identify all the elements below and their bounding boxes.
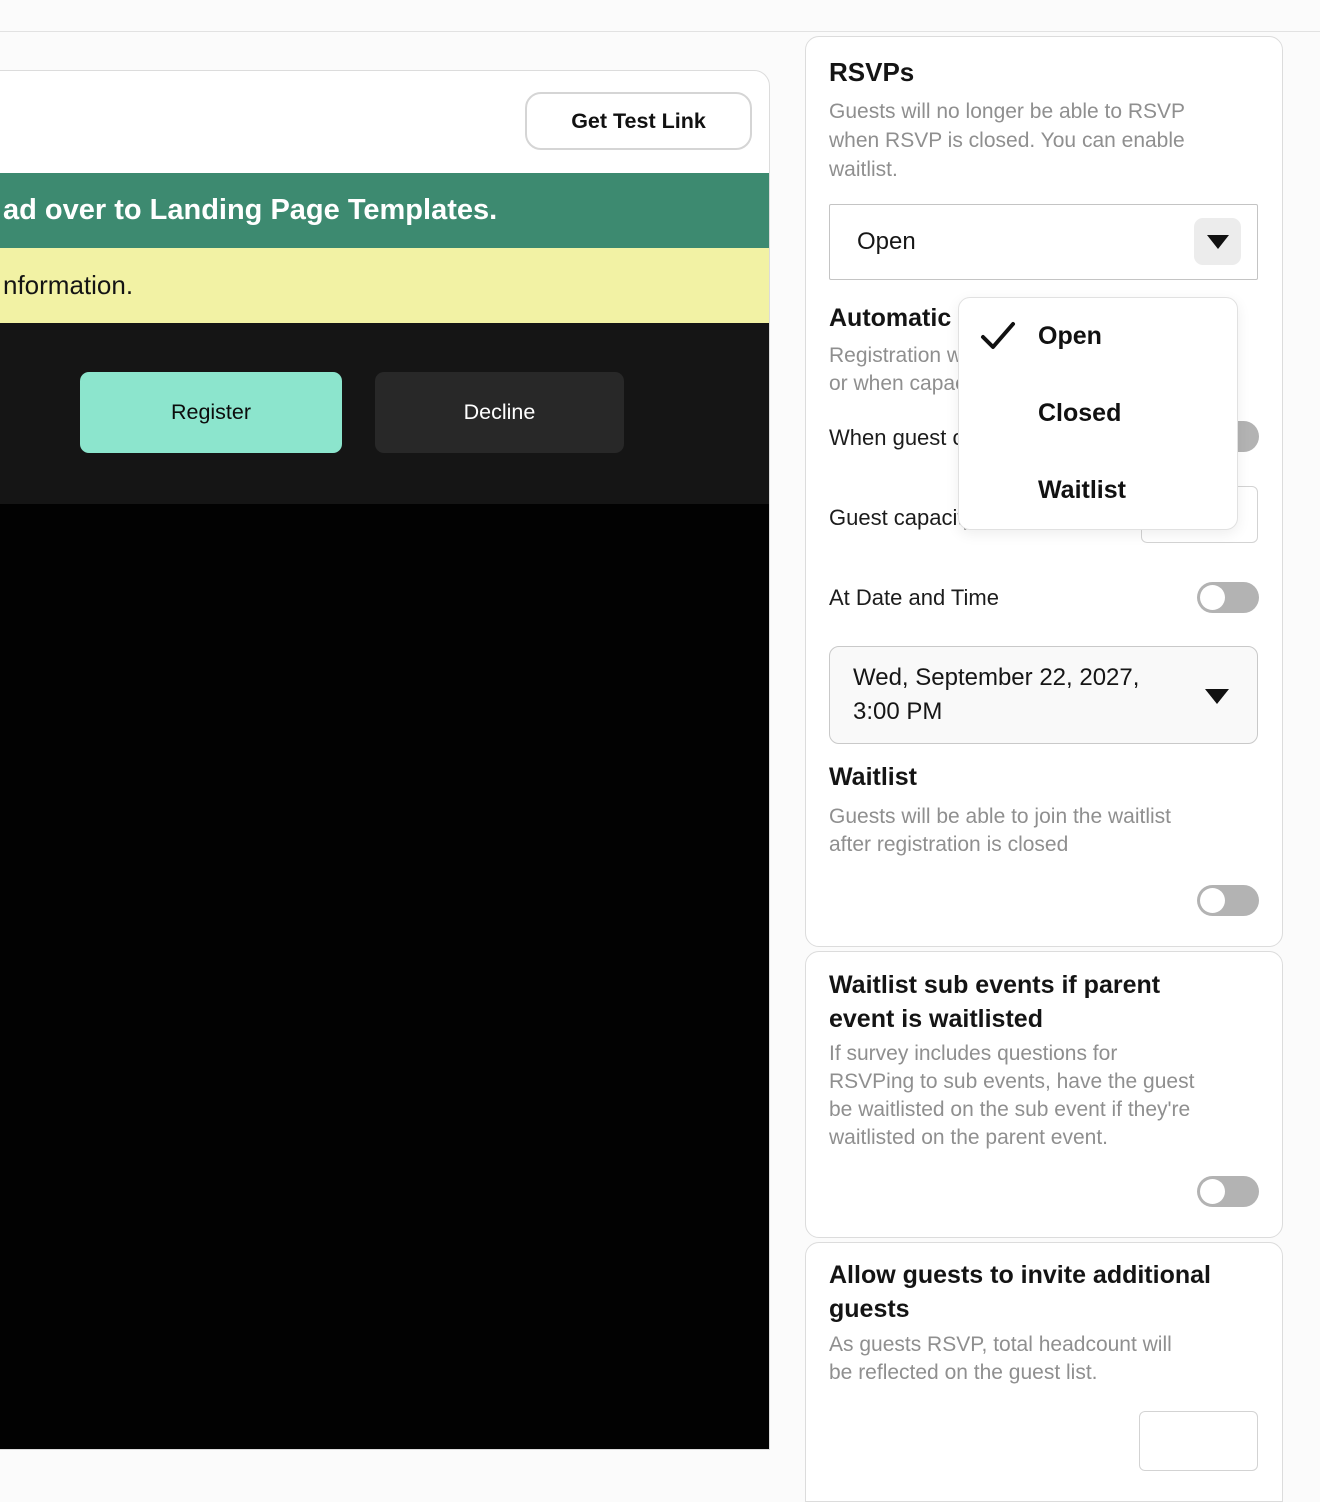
waitlist-description-line: Guests will be able to join the waitlist xyxy=(829,803,1171,831)
close-date-line: Wed, September 22, 2027, xyxy=(853,661,1139,695)
waitlist-sub-events-description-line: be waitlisted on the sub event if they'r… xyxy=(829,1096,1194,1124)
waitlist-title: Waitlist xyxy=(829,763,917,792)
waitlist-sub-events-title-line: event is waitlisted xyxy=(829,1002,1160,1036)
waitlist-sub-events-description-line: If survey includes questions for xyxy=(829,1040,1194,1068)
close-date-select[interactable]: Wed, September 22, 2027, 3:00 PM xyxy=(829,646,1258,744)
close-date-value: Wed, September 22, 2027, 3:00 PM xyxy=(853,661,1139,729)
waitlist-sub-events-title-line: Waitlist sub events if parent xyxy=(829,968,1160,1002)
toggle-knob xyxy=(1200,888,1225,913)
landing-page-preview-card: Get Test Link ad over to Landing Page Te… xyxy=(0,70,770,1450)
allow-additional-guests-title-line: guests xyxy=(829,1292,1211,1326)
yellow-banner-text: nformation. xyxy=(0,270,133,301)
waitlist-toggle[interactable] xyxy=(1197,885,1259,916)
register-button[interactable]: Register xyxy=(80,372,342,453)
rsvp-status-select[interactable]: Open xyxy=(829,204,1258,280)
preview-cover-image xyxy=(0,504,770,1450)
close-date-line: 3:00 PM xyxy=(853,695,1139,729)
get-test-link-button[interactable]: Get Test Link xyxy=(525,92,752,150)
toggle-knob xyxy=(1200,1179,1225,1204)
menu-item-label: Closed xyxy=(1038,399,1121,428)
menu-item-open[interactable]: Open xyxy=(959,298,1237,375)
additional-guests-capacity-input[interactable] xyxy=(1139,1411,1258,1471)
green-banner-text: ad over to Landing Page Templates. xyxy=(0,194,497,227)
info-banner: nformation. xyxy=(0,248,770,323)
rsvps-description-line: when RSVP is closed. You can enable xyxy=(829,126,1185,155)
waitlist-sub-events-description-line: waitlisted on the parent event. xyxy=(829,1124,1194,1152)
at-date-and-time-label: At Date and Time xyxy=(829,585,999,611)
allow-additional-guests-description-line: be reflected on the guest list. xyxy=(829,1359,1172,1387)
waitlist-sub-events-description: If survey includes questions for RSVPing… xyxy=(829,1040,1194,1152)
menu-item-label: Waitlist xyxy=(1038,476,1126,505)
menu-item-label: Open xyxy=(1038,322,1102,351)
allow-additional-guests-title-line: Allow guests to invite additional xyxy=(829,1258,1211,1292)
rsvps-description-line: waitlist. xyxy=(829,155,1185,184)
menu-item-waitlist[interactable]: Waitlist xyxy=(959,452,1237,529)
check-icon xyxy=(979,320,1017,352)
dropdown-arrow-icon xyxy=(1207,235,1229,249)
waitlist-description: Guests will be able to join the waitlist… xyxy=(829,803,1171,859)
menu-item-closed[interactable]: Closed xyxy=(959,375,1237,452)
rsvp-preview-panel: Register Decline xyxy=(0,323,770,504)
decline-button[interactable]: Decline xyxy=(375,372,624,453)
page: Get Test Link ad over to Landing Page Te… xyxy=(0,0,1320,1420)
rsvp-status-menu: Open Closed Waitlist xyxy=(958,297,1238,530)
landing-page-templates-banner: ad over to Landing Page Templates. xyxy=(0,173,770,248)
rsvp-status-value: Open xyxy=(857,205,916,279)
waitlist-sub-events-card: Waitlist sub events if parent event is w… xyxy=(805,951,1283,1238)
allow-additional-guests-description-line: As guests RSVP, total headcount will xyxy=(829,1331,1172,1359)
rsvps-description: Guests will no longer be able to RSVP wh… xyxy=(829,97,1185,184)
waitlist-sub-events-title: Waitlist sub events if parent event is w… xyxy=(829,968,1160,1036)
waitlist-sub-events-description-line: RSVPing to sub events, have the guest xyxy=(829,1068,1194,1096)
chevron-down-icon xyxy=(1205,689,1229,704)
rsvps-description-line: Guests will no longer be able to RSVP xyxy=(829,97,1185,126)
allow-additional-guests-description: As guests RSVP, total headcount will be … xyxy=(829,1331,1172,1387)
rsvp-status-dropdown-button[interactable] xyxy=(1194,218,1241,265)
guest-capacity-label: Guest capacity xyxy=(829,505,975,531)
rsvps-title: RSVPs xyxy=(829,57,914,88)
top-divider xyxy=(0,31,1320,32)
waitlist-description-line: after registration is closed xyxy=(829,831,1171,859)
at-date-and-time-toggle[interactable] xyxy=(1197,582,1259,613)
allow-additional-guests-card: Allow guests to invite additional guests… xyxy=(805,1242,1283,1502)
toggle-knob xyxy=(1200,585,1225,610)
allow-additional-guests-title: Allow guests to invite additional guests xyxy=(829,1258,1211,1326)
waitlist-sub-events-toggle[interactable] xyxy=(1197,1176,1259,1207)
